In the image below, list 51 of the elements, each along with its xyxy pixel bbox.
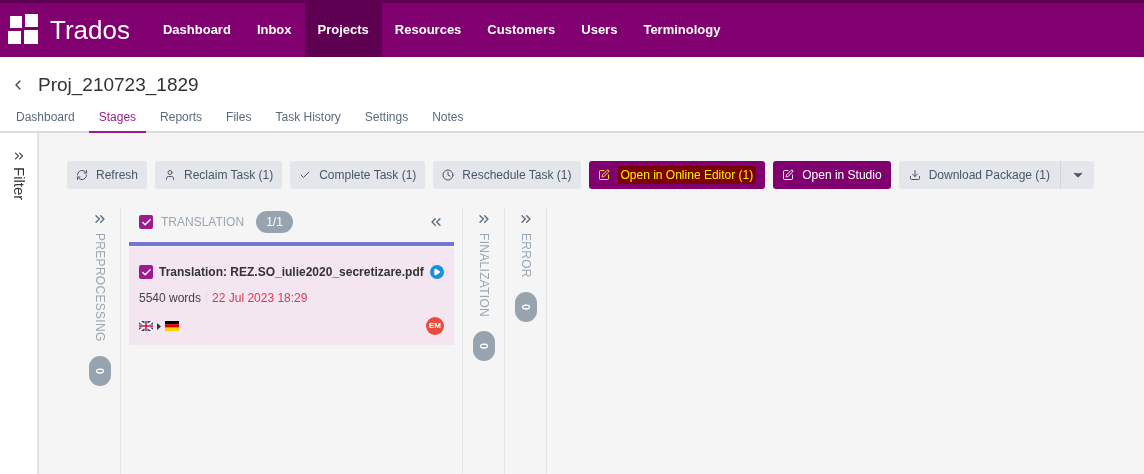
flag-icon: [139, 321, 153, 331]
project-tab[interactable]: Settings: [354, 103, 419, 133]
due-date: 22 Jul 2023 18:29: [212, 290, 308, 307]
toolbar-button[interactable]: Complete Task (1): [290, 161, 426, 189]
task-title: Translation: REZ.SO_iulie2020_secretizare.pdf: [159, 264, 424, 281]
stage-name: TRANSLATION: [161, 214, 245, 231]
nav-item[interactable]: Resources: [381, 3, 475, 57]
checkbox[interactable]: [139, 265, 153, 279]
stage-name: FINALIZATION: [475, 233, 492, 318]
download-icon: [908, 169, 921, 181]
play-icon[interactable]: [430, 265, 444, 279]
nav-item[interactable]: Dashboard: [149, 3, 244, 57]
project-tab[interactable]: Dashboard: [6, 103, 85, 133]
stage-count: 0: [472, 331, 495, 362]
edit-icon: [782, 169, 795, 181]
project-title: Proj_210723_1829: [38, 72, 199, 98]
flag-icon: [165, 321, 179, 331]
project-tab[interactable]: Files: [216, 103, 262, 133]
stage-count: 1/1: [256, 211, 293, 233]
edit-icon: [597, 169, 610, 181]
project-tab[interactable]: Notes: [422, 103, 474, 133]
logo-text: Trados: [50, 13, 130, 47]
toolbar-button[interactable]: Open in Online Editor (1): [588, 161, 766, 189]
toolbar-button[interactable]: Reschedule Task (1): [433, 161, 581, 189]
logo-icon: [8, 14, 40, 46]
arrow-icon: [157, 322, 161, 330]
project-tab[interactable]: Reports: [150, 103, 213, 133]
nav-item[interactable]: Customers: [474, 3, 569, 57]
word-count: 5540 words: [139, 290, 202, 307]
nav-item[interactable]: Inbox: [243, 3, 305, 57]
stage-name: ERROR: [517, 233, 534, 278]
check-icon: [140, 266, 152, 278]
refresh-icon: [76, 169, 88, 181]
assignee-avatar: EM: [426, 317, 444, 335]
user-icon: [164, 169, 177, 181]
task-card[interactable]: Translation: REZ.SO_iulie2020_secretizare.pdf 5540 words 22 Jul 2023 18:29 EM: [129, 247, 454, 345]
filter-label: Filter: [9, 167, 29, 201]
check-icon: [140, 216, 152, 228]
project-tab[interactable]: Task History: [265, 103, 351, 133]
stage-name: PREPROCESSING: [91, 233, 108, 342]
nav-item[interactable]: Users: [568, 3, 631, 57]
checkbox[interactable]: [139, 215, 153, 229]
nav-item[interactable]: Terminology: [630, 3, 734, 57]
stage-count: 0: [88, 355, 111, 386]
toolbar-button[interactable]: Reclaim Task (1): [155, 161, 283, 189]
nav-item[interactable]: Projects: [304, 3, 382, 57]
check-icon: [299, 169, 312, 181]
toolbar-button[interactable]: Refresh: [67, 161, 148, 189]
stage-count: 0: [514, 291, 537, 322]
clock-icon: [442, 169, 455, 181]
toolbar-button[interactable]: Open in Studio: [773, 161, 891, 189]
